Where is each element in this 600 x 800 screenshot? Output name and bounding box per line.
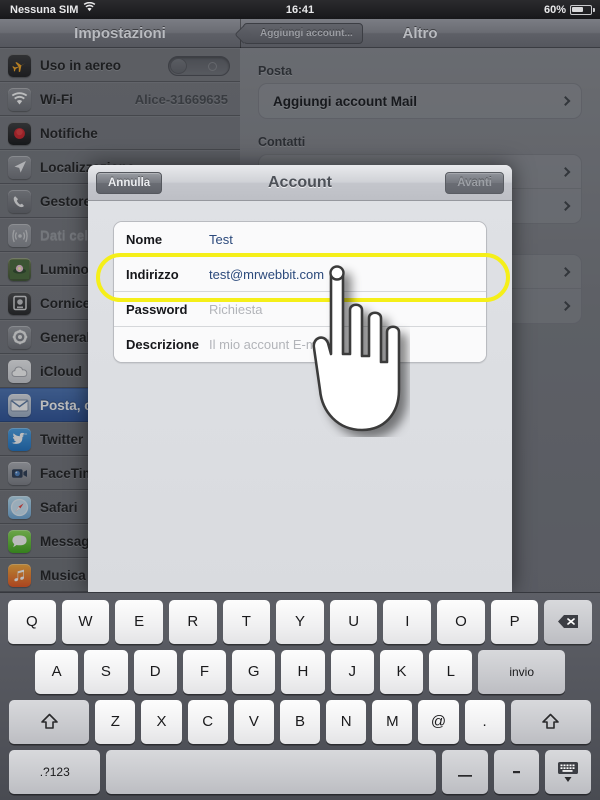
key-p[interactable]: P	[490, 599, 539, 644]
underscore-key[interactable]	[441, 749, 488, 794]
key-period[interactable]: .	[464, 699, 505, 744]
key-c[interactable]: C	[187, 699, 228, 744]
modal-title: Account	[268, 173, 332, 191]
settings-title: Impostazioni	[74, 25, 166, 42]
account-modal: Annulla Account Avanti Nome Test Indirizzo…	[88, 165, 512, 592]
back-button[interactable]: Aggiungi account...	[243, 23, 363, 44]
field-value-indirizzo[interactable]: test@mrwebbit.com	[209, 267, 324, 282]
modal-toolbar: Annulla Account Avanti	[88, 165, 512, 201]
field-row-descrizione[interactable]: Descrizione Il mio account E-mail	[114, 327, 486, 362]
key-d[interactable]: D	[133, 649, 177, 694]
key-h[interactable]: H	[281, 649, 325, 694]
keyboard-row-3: Z X C V B N M @.	[4, 698, 596, 745]
key-e[interactable]: E	[115, 599, 163, 644]
field-label-password: Password	[126, 301, 188, 317]
status-bar-right: 60%	[543, 3, 595, 16]
onscreen-keyboard[interactable]: QWERTYUIOP A S D F G H J K Linvio Z X C V B N M @. .?12…	[0, 592, 600, 800]
field-value-password[interactable]: Richiesta	[209, 302, 262, 317]
account-form: Nome Test Indirizzo test@mrwebbit.com Passwo…	[113, 221, 487, 363]
key-r[interactable]: R	[168, 599, 217, 644]
next-button[interactable]: Avanti	[445, 172, 504, 194]
key-g[interactable]: G	[232, 649, 276, 694]
return-key[interactable]: invio	[478, 649, 565, 694]
modal-body: Nome Test Indirizzo test@mrwebbit.com Passwo…	[88, 201, 512, 592]
battery-icon	[570, 4, 595, 15]
key-b[interactable]: B	[279, 699, 321, 744]
key-q[interactable]: Q	[8, 599, 56, 644]
field-row-indirizzo[interactable]: Indirizzo test@mrwebbit.com	[114, 257, 486, 292]
backspace-icon[interactable]	[544, 599, 593, 644]
hyphen-key[interactable]	[493, 749, 540, 794]
key-x[interactable]: X	[141, 699, 182, 744]
cancel-button[interactable]: Annulla	[96, 172, 163, 194]
shift-up-arrow-icon-right[interactable]	[510, 699, 592, 744]
key-n[interactable]: N	[326, 699, 367, 744]
key-at[interactable]: @	[418, 699, 459, 744]
key-v[interactable]: V	[233, 699, 274, 744]
field-row-nome[interactable]: Nome Test	[114, 222, 486, 257]
key-l[interactable]: L	[429, 649, 473, 694]
hide-keyboard-icon[interactable]	[545, 749, 591, 794]
keyboard-row-2: A S D F G H J K Linvio	[4, 648, 596, 695]
key-i[interactable]: I	[383, 599, 432, 644]
ipad-screen: Nessuna SIM 16:41 60% Impostazioni Altro…	[0, 0, 600, 800]
field-value-nome[interactable]: Test	[209, 232, 233, 247]
battery-percent-label: 60%	[543, 3, 566, 16]
field-label-indirizzo: Indirizzo	[126, 266, 179, 282]
field-value-descrizione[interactable]: Il mio account E-mail	[209, 337, 330, 352]
key-y[interactable]: Y	[276, 599, 324, 644]
keyboard-row-1: QWERTYUIOP	[4, 598, 596, 645]
key-j[interactable]: J	[330, 649, 374, 694]
navigation-bar: Impostazioni Altro Aggiungi account...	[0, 19, 600, 48]
numbers-key[interactable]: .?123	[9, 749, 101, 794]
field-row-password[interactable]: Password Richiesta	[114, 292, 486, 327]
key-m[interactable]: M	[372, 699, 413, 744]
shift-up-arrow-icon-left[interactable]	[9, 699, 90, 744]
field-label-nome: Nome	[126, 231, 163, 247]
status-bar-time: 16:41	[285, 3, 315, 16]
key-k[interactable]: K	[379, 649, 424, 694]
key-z[interactable]: Z	[95, 699, 136, 744]
status-bar: Nessuna SIM 16:41 60%	[0, 0, 600, 19]
key-o[interactable]: O	[437, 599, 485, 644]
key-w[interactable]: W	[61, 599, 110, 644]
key-s[interactable]: S	[84, 649, 128, 694]
key-f[interactable]: F	[182, 649, 227, 694]
key-a[interactable]: A	[35, 649, 79, 694]
key-t[interactable]: T	[222, 599, 271, 644]
key-u[interactable]: U	[329, 599, 378, 644]
space-key[interactable]	[106, 749, 436, 794]
keyboard-row-4: .?123	[4, 748, 596, 795]
field-label-descrizione: Descrizione	[126, 337, 199, 352]
